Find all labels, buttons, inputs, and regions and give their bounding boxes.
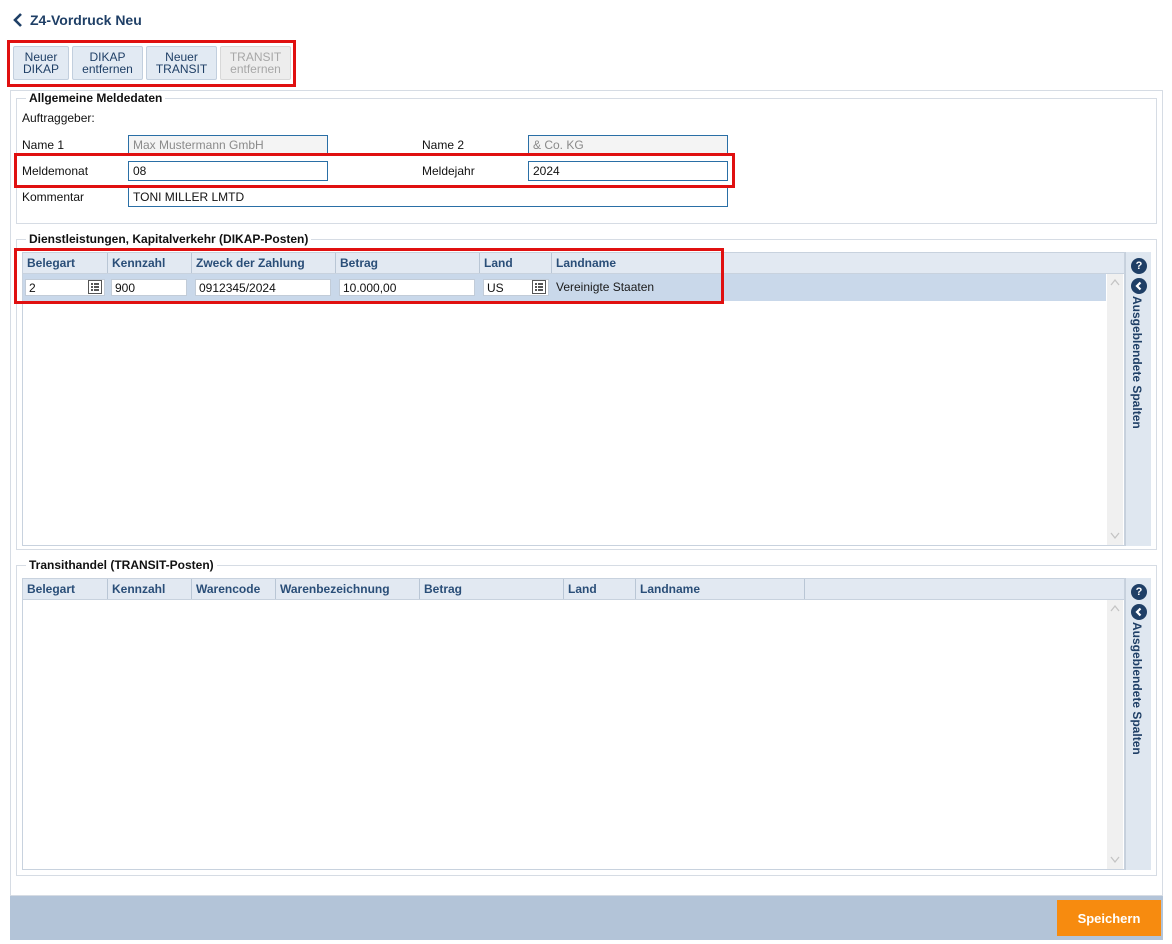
toolbar: Neuer DIKAP DIKAP entfernen Neuer TRANSI… xyxy=(7,40,296,87)
transit-col-warenbezeichnung[interactable]: Warenbezeichnung xyxy=(276,579,420,599)
remove-dikap-button[interactable]: DIKAP entfernen xyxy=(72,46,143,80)
help-icon[interactable]: ? xyxy=(1131,584,1147,600)
transit-hidden-columns-label[interactable]: Ausgeblendete Spalten xyxy=(1130,622,1144,755)
remove-transit-label-2: entfernen xyxy=(230,62,281,76)
remove-transit-button[interactable]: TRANSIT entfernen xyxy=(220,46,291,80)
name2-field[interactable] xyxy=(528,135,728,155)
transit-col-kennzahl[interactable]: Kennzahl xyxy=(108,579,192,599)
new-dikap-button[interactable]: Neuer DIKAP xyxy=(13,46,69,80)
save-button[interactable]: Speichern xyxy=(1057,900,1161,936)
remove-dikap-label-2: entfernen xyxy=(82,62,133,76)
chevron-left-icon[interactable] xyxy=(10,11,28,29)
meldedaten-legend: Allgemeine Meldedaten xyxy=(29,91,163,105)
dikap-grid-header: Belegart Kennzahl Zweck der Zahlung Betr… xyxy=(22,252,1125,274)
help-icon[interactable]: ? xyxy=(1131,258,1147,274)
meldejahr-label: Meldejahr xyxy=(422,164,475,178)
name1-label: Name 1 xyxy=(22,138,65,152)
scroll-down-icon[interactable] xyxy=(1110,532,1120,540)
chevron-left-circle-icon[interactable] xyxy=(1131,278,1147,294)
page-title[interactable]: Z4-Vordruck Neu xyxy=(30,12,142,28)
dikap-kennzahl-input[interactable] xyxy=(111,279,187,296)
transit-scrollbar[interactable] xyxy=(1107,600,1123,869)
scroll-up-icon[interactable] xyxy=(1110,604,1120,612)
dikap-col-kennzahl[interactable]: Kennzahl xyxy=(108,253,192,273)
meldemonat-label: Meldemonat xyxy=(22,164,89,178)
new-transit-label-2: TRANSIT xyxy=(155,62,208,76)
dikap-col-zweck[interactable]: Zweck der Zahlung xyxy=(192,253,336,273)
transit-legend: Transithandel (TRANSIT-Posten) xyxy=(29,558,214,572)
name2-label: Name 2 xyxy=(422,138,465,152)
transit-grid-header: Belegart Kennzahl Warencode Warenbezeich… xyxy=(22,578,1125,600)
dikap-scrollbar[interactable] xyxy=(1107,274,1123,545)
transit-col-betrag[interactable]: Betrag xyxy=(420,579,564,599)
dikap-landname-value: Vereinigte Staaten xyxy=(556,280,655,294)
dikap-zweck-input[interactable] xyxy=(195,279,331,296)
transit-col-warencode[interactable]: Warencode xyxy=(192,579,276,599)
scroll-up-icon[interactable] xyxy=(1110,278,1120,286)
dikap-grid-body: Vereinigte Staaten xyxy=(22,274,1125,546)
chevron-left-circle-icon[interactable] xyxy=(1131,604,1147,620)
page-header: Z4-Vordruck Neu xyxy=(10,10,142,30)
kommentar-label: Kommentar xyxy=(22,190,85,204)
dikap-legend: Dienstleistungen, Kapitalverkehr (DIKAP-… xyxy=(29,232,309,246)
dikap-hidden-columns-label[interactable]: Ausgeblendete Spalten xyxy=(1130,296,1144,429)
transit-col-belegart[interactable]: Belegart xyxy=(23,579,108,599)
dikap-hidden-columns-panel[interactable]: ? Ausgeblendete Spalten xyxy=(1125,252,1151,546)
name1-field[interactable] xyxy=(128,135,328,155)
dikap-col-landname[interactable]: Landname xyxy=(552,253,724,273)
list-picker-icon[interactable] xyxy=(88,280,102,294)
new-transit-button[interactable]: Neuer TRANSIT xyxy=(146,46,217,80)
transit-col-land[interactable]: Land xyxy=(564,579,636,599)
meldejahr-field[interactable] xyxy=(528,161,728,181)
meldemonat-field[interactable] xyxy=(128,161,328,181)
dikap-col-belegart[interactable]: Belegart xyxy=(23,253,108,273)
footer-bar: Speichern xyxy=(10,896,1163,940)
transit-grid-body xyxy=(22,600,1125,870)
new-dikap-label-2: DIKAP xyxy=(22,62,59,76)
list-picker-icon[interactable] xyxy=(532,280,546,294)
scroll-down-icon[interactable] xyxy=(1110,856,1120,864)
dikap-betrag-input[interactable] xyxy=(339,279,475,296)
dikap-col-land[interactable]: Land xyxy=(480,253,552,273)
kommentar-field[interactable] xyxy=(128,187,728,207)
table-row[interactable]: Vereinigte Staaten xyxy=(23,274,1106,301)
transit-col-landname[interactable]: Landname xyxy=(636,579,805,599)
dikap-col-betrag[interactable]: Betrag xyxy=(336,253,480,273)
transit-hidden-columns-panel[interactable]: ? Ausgeblendete Spalten xyxy=(1125,578,1151,870)
auftraggeber-label: Auftraggeber: xyxy=(22,111,95,125)
